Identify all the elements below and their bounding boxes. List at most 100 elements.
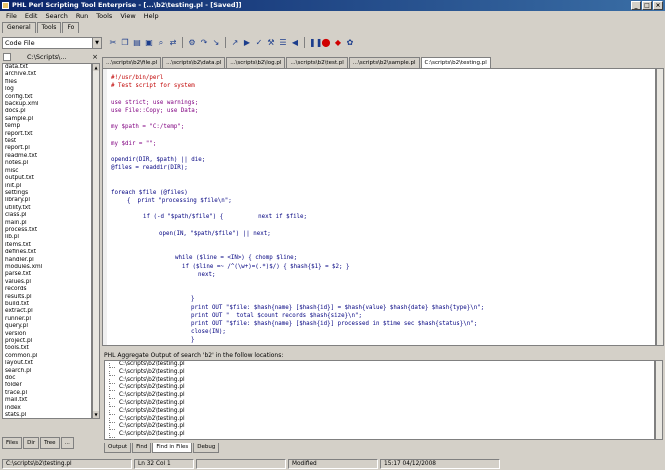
output-scrollbar[interactable] (655, 360, 663, 440)
file-item[interactable]: library.pl (3, 197, 91, 204)
output-line[interactable]: C:\scripts\b2\testing.pl (105, 400, 654, 408)
list-icon[interactable]: ☰ (278, 38, 288, 48)
toolbar-tab[interactable]: General (2, 22, 36, 33)
file-item[interactable]: backup.xml (3, 101, 91, 108)
cut-icon[interactable]: ✂ (108, 38, 118, 48)
menu-item[interactable]: Edit (21, 11, 42, 21)
file-item[interactable]: trace.pl (3, 390, 91, 397)
settings-icon[interactable]: ✿ (345, 38, 355, 48)
output-tab[interactable]: Debug (193, 443, 220, 453)
splitter[interactable] (102, 348, 663, 350)
file-item[interactable]: notes.pl (3, 160, 91, 167)
file-item[interactable]: report.pl (3, 145, 91, 152)
editor-tab[interactable]: ...\scripts\b2\sample.pl (348, 57, 420, 68)
stop-icon[interactable]: ⬤ (321, 38, 331, 48)
file-item[interactable]: items.txt (3, 242, 91, 249)
file-item[interactable]: mail.txt (3, 397, 91, 404)
file-item[interactable]: extract.pl (3, 308, 91, 315)
menu-item[interactable]: File (2, 11, 21, 21)
file-item[interactable]: class.pl (3, 212, 91, 219)
file-item[interactable]: misc (3, 168, 91, 175)
file-item[interactable]: config.txt (3, 94, 91, 101)
output-line[interactable]: C:\scripts\b2\testing.pl (105, 369, 654, 377)
run-icon[interactable]: ▶ (242, 38, 252, 48)
code-editor[interactable]: #!/usr/bin/perl # Test script for system u… (102, 68, 656, 346)
file-item[interactable]: version (3, 331, 91, 338)
debug-icon[interactable]: ⚙ (187, 38, 197, 48)
file-item[interactable]: search.pl (3, 368, 91, 375)
file-item[interactable]: common.pl (3, 353, 91, 360)
minimize-button[interactable]: _ (631, 1, 641, 10)
output-line[interactable]: C:\scripts\b2\testing.pl (105, 392, 654, 400)
scroll-up-icon[interactable]: ▲ (93, 64, 99, 71)
panel-tab[interactable]: ... (60, 437, 74, 449)
maximize-button[interactable]: □ (642, 1, 652, 10)
output-line[interactable]: C:\scripts\b2\testing.pl (105, 384, 654, 392)
file-type-combo[interactable]: Code File ▼ (2, 36, 102, 49)
file-item[interactable]: data.txt (3, 64, 91, 71)
file-item[interactable]: files (3, 79, 91, 86)
file-item[interactable]: archive.txt (3, 71, 91, 78)
step-out-icon[interactable]: ↗ (230, 38, 240, 48)
file-item[interactable]: init.pl (3, 183, 91, 190)
file-item[interactable]: temp (3, 123, 91, 130)
output-tab[interactable]: Find (132, 443, 152, 453)
paste-icon[interactable]: ▤ (132, 38, 142, 48)
file-item[interactable]: tools.txt (3, 345, 91, 352)
file-item[interactable]: layout.txt (3, 360, 91, 367)
find-icon[interactable]: ⌕ (156, 38, 166, 48)
file-item[interactable]: parse.txt (3, 271, 91, 278)
editor-tab[interactable]: ...\scripts\b2\file.pl (102, 57, 162, 68)
menu-item[interactable]: Help (140, 11, 163, 21)
output-tab[interactable]: Find in Files (152, 443, 193, 453)
menu-item[interactable]: View (116, 11, 139, 21)
panel-tab[interactable]: Files (2, 437, 23, 449)
replace-icon[interactable]: ⇄ (168, 38, 178, 48)
pin-icon[interactable] (3, 53, 11, 61)
file-item[interactable]: records (3, 286, 91, 293)
close-button[interactable]: × (653, 1, 663, 10)
file-item[interactable]: runner.pl (3, 316, 91, 323)
rewind-icon[interactable]: ◀ (290, 38, 300, 48)
output-line[interactable]: C:\scripts\b2\testing.pl (105, 431, 654, 439)
file-item[interactable]: main.pl (3, 220, 91, 227)
editor-scrollbar[interactable] (656, 68, 664, 346)
menu-item[interactable]: Tools (92, 11, 116, 21)
toolbar-tab[interactable]: Fo (62, 22, 80, 33)
file-item[interactable]: sample.pl (3, 116, 91, 123)
file-item[interactable]: doc (3, 375, 91, 382)
breakpoint-icon[interactable]: ◆ (333, 38, 343, 48)
file-item[interactable]: test (3, 138, 91, 145)
chevron-down-icon[interactable]: ▼ (92, 37, 101, 48)
editor-tab[interactable]: ...\scripts\b2\log.pl (226, 57, 286, 68)
file-item[interactable]: build.txt (3, 301, 91, 308)
file-item[interactable]: folder (3, 382, 91, 389)
step-icon[interactable]: ↷ (199, 38, 209, 48)
file-item[interactable]: stats.pl (3, 412, 91, 418)
editor-tab[interactable]: ...\scripts\b2\data.pl (162, 57, 226, 68)
file-item[interactable]: readme.txt (3, 153, 91, 160)
output-line[interactable]: C:\scripts\b2\testing.pl (105, 377, 654, 385)
scroll-down-icon[interactable]: ▼ (93, 411, 99, 418)
pause-icon[interactable]: ❚❚ (309, 38, 322, 48)
panel-tab[interactable]: Tree (40, 437, 60, 449)
output-line[interactable]: C:\scripts\b2\testing.pl (105, 361, 654, 369)
copy-icon[interactable]: ❐ (120, 38, 130, 48)
file-item[interactable]: lib.pl (3, 234, 91, 241)
file-item[interactable]: project.pl (3, 338, 91, 345)
file-item[interactable]: query.pl (3, 323, 91, 330)
close-icon[interactable]: × (92, 52, 98, 62)
panel-tab[interactable]: Dir (23, 437, 40, 449)
menu-item[interactable]: Search (41, 11, 71, 21)
toolbar-tab[interactable]: Tools (36, 22, 62, 33)
menu-item[interactable]: Run (72, 11, 92, 21)
file-item[interactable]: modules.xml (3, 264, 91, 271)
file-item[interactable]: docs.pl (3, 108, 91, 115)
file-list-scrollbar[interactable]: ▲ ▼ (92, 63, 100, 419)
tools-icon[interactable]: ⚒ (266, 38, 276, 48)
output-line[interactable]: C:\scripts\b2\testing.pl (105, 423, 654, 431)
file-item[interactable]: results.pl (3, 294, 91, 301)
output-line[interactable]: C:\scripts\b2\testing.pl (105, 408, 654, 416)
save-icon[interactable]: ▣ (144, 38, 154, 48)
file-item[interactable]: utility.txt (3, 205, 91, 212)
